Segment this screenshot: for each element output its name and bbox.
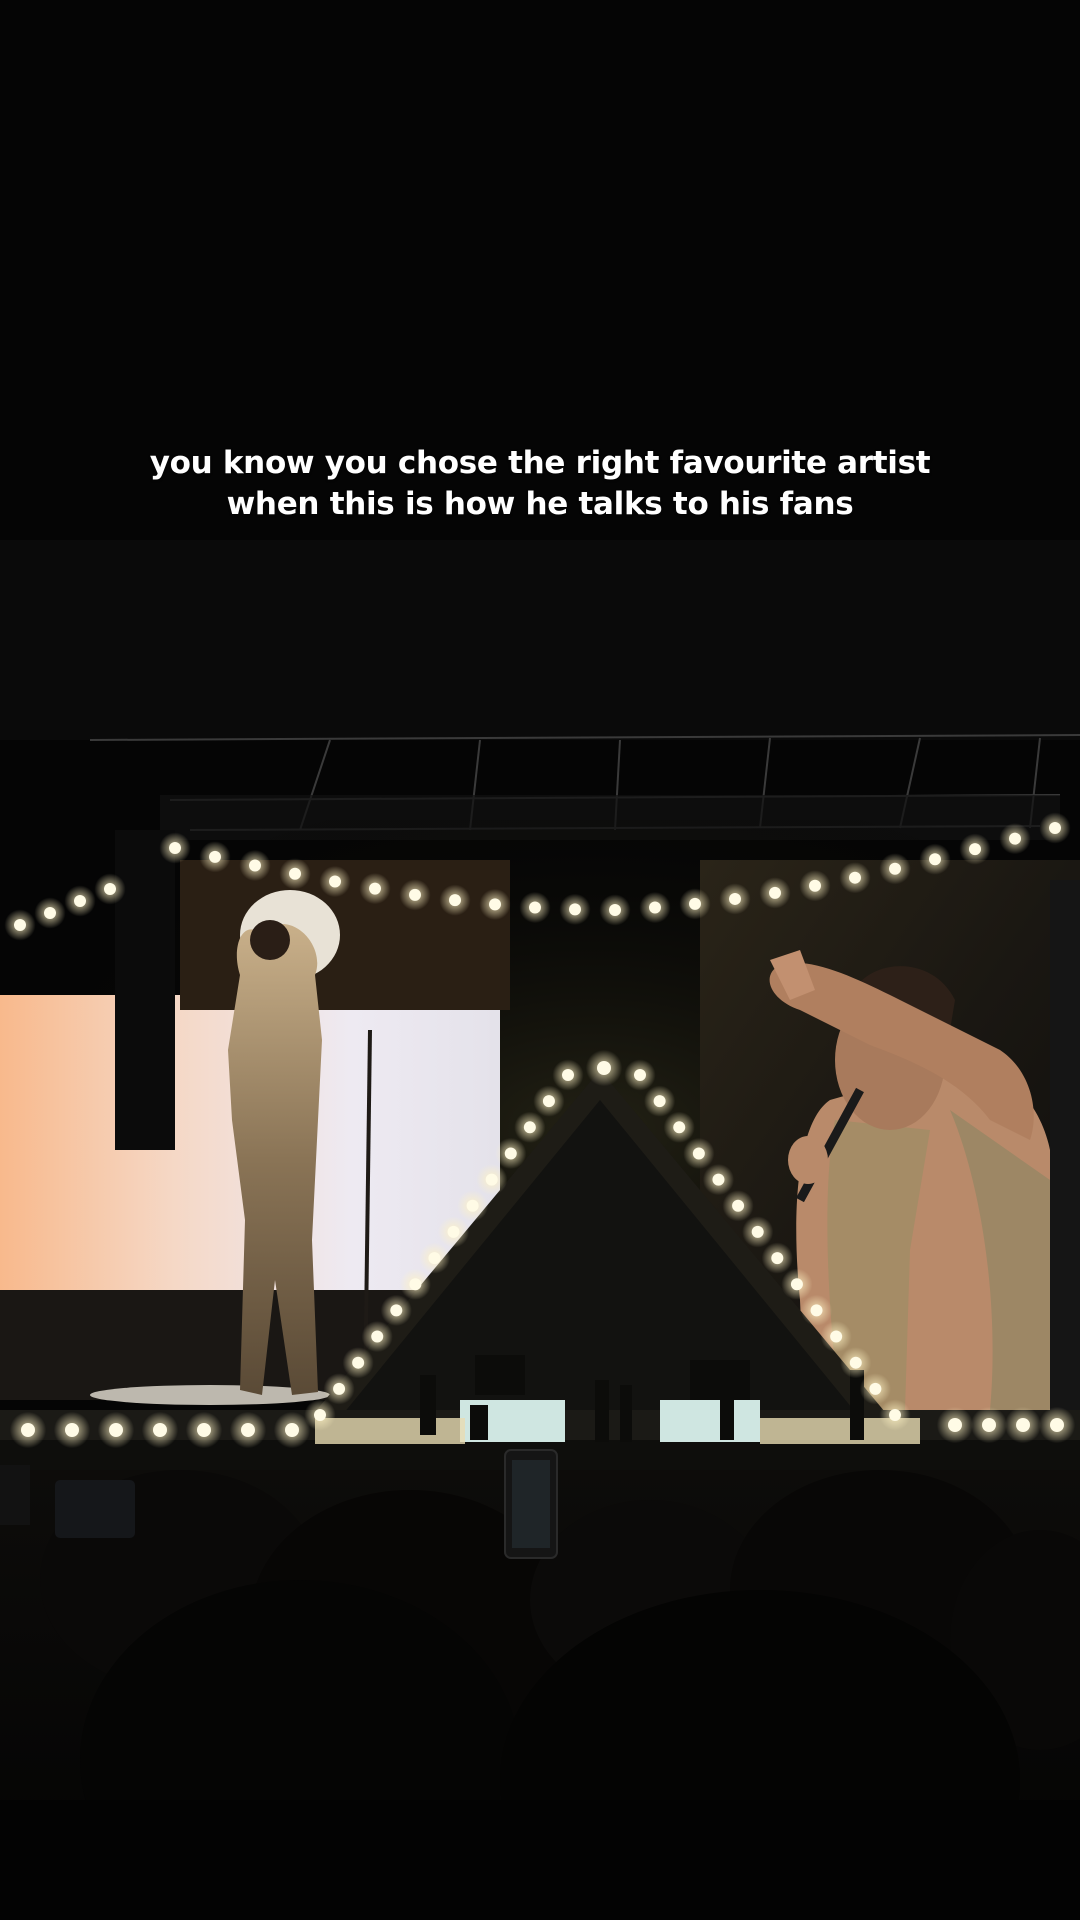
stage-light-bulb xyxy=(21,1423,35,1437)
stage-light-bulb xyxy=(466,1199,479,1212)
stage-light-bulb xyxy=(634,1069,646,1081)
stage-light-bulb xyxy=(447,1225,460,1238)
stage-light-bulb xyxy=(1049,822,1061,834)
stage-light-bulb xyxy=(771,1252,784,1265)
stage-light-bulb xyxy=(751,1225,764,1238)
stage-light-bulb xyxy=(673,1121,686,1134)
stage-light-bulb xyxy=(849,871,861,884)
stage-light-bulb xyxy=(769,886,781,899)
stage-light-bulb xyxy=(849,1356,862,1369)
stage-light-bulb xyxy=(333,1382,346,1395)
stage-light-bulb xyxy=(889,1409,901,1421)
stage-light-bulb xyxy=(14,919,26,931)
stage-light-bulb xyxy=(692,1147,705,1160)
concert-photo xyxy=(0,0,1080,1920)
stage-light-bulb xyxy=(523,1121,536,1134)
stage-light-bulb xyxy=(485,1173,498,1186)
stage-light-bulb xyxy=(449,894,461,907)
stage-light-bulb xyxy=(285,1423,299,1437)
stage-light-bulb xyxy=(732,1199,745,1212)
stage-light-bulb xyxy=(1016,1418,1030,1432)
stage-light-bulb xyxy=(562,1069,574,1081)
video-caption: you know you chose the right favourite a… xyxy=(0,443,1080,525)
stage-light-bulb xyxy=(153,1423,167,1437)
stage-light-bulb xyxy=(109,1423,123,1437)
stage-light-bulb xyxy=(249,859,261,872)
stage-light-bulb xyxy=(74,895,86,907)
stage-light-bulb xyxy=(790,1278,803,1291)
stage-light-bulb xyxy=(609,904,621,916)
crowd-silhouettes xyxy=(0,1449,1080,1920)
stage-light-bulb xyxy=(409,1278,422,1291)
stage-light-bulb xyxy=(504,1147,517,1160)
stage-light-bulb xyxy=(329,875,341,888)
stage-light-bulb xyxy=(197,1423,211,1437)
stage-light-bulb xyxy=(209,850,221,863)
stage-light-bulb xyxy=(289,867,301,880)
stage-light-bulb xyxy=(1050,1418,1064,1432)
stage-light-bulb xyxy=(428,1252,441,1265)
stage-light-bulb xyxy=(44,907,56,919)
stage-light-bulb xyxy=(489,898,501,911)
stage-light-bulb xyxy=(529,901,541,914)
stage-light-bulb xyxy=(809,879,821,892)
stage-light-bulb xyxy=(653,1095,666,1108)
stage-light-bulb xyxy=(1009,832,1021,845)
video-frame: you know you chose the right favourite a… xyxy=(0,0,1080,1920)
stage-light-bulb xyxy=(371,1330,384,1343)
stage-light-bulb xyxy=(712,1173,725,1186)
stage-light-bulb xyxy=(869,1382,882,1395)
stage-light-bulb xyxy=(352,1356,365,1369)
stage-light-bulb xyxy=(969,843,981,856)
stage-light-bulb xyxy=(948,1418,962,1432)
stage-light-bulb xyxy=(409,888,421,901)
caption-line-2: when this is how he talks to his fans xyxy=(226,486,854,522)
stage-light-bulb xyxy=(314,1409,326,1421)
caption-line-1: you know you chose the right favourite a… xyxy=(149,445,931,481)
stage-light-bulb xyxy=(689,897,701,910)
stage-light-bulb xyxy=(241,1423,255,1437)
stage-light-bulb xyxy=(542,1095,555,1108)
stage-light-bulb xyxy=(65,1423,79,1437)
stage-light-bulb xyxy=(889,862,901,875)
stage-light-bulb xyxy=(729,892,741,905)
stage-light-bulb xyxy=(810,1304,823,1317)
stage-light-bulb xyxy=(390,1304,403,1317)
stage-light-bulb xyxy=(982,1418,996,1432)
stage-light-bulb xyxy=(830,1330,843,1343)
stage-light-bulb xyxy=(649,901,661,914)
stage-light-bulb xyxy=(169,842,181,854)
stage-light-bulb xyxy=(104,883,116,895)
stage-light-bulb xyxy=(569,903,581,916)
stage-light-bulb xyxy=(929,853,941,866)
stage-light-bulb xyxy=(597,1061,611,1075)
stage-light-bulb xyxy=(369,882,381,895)
